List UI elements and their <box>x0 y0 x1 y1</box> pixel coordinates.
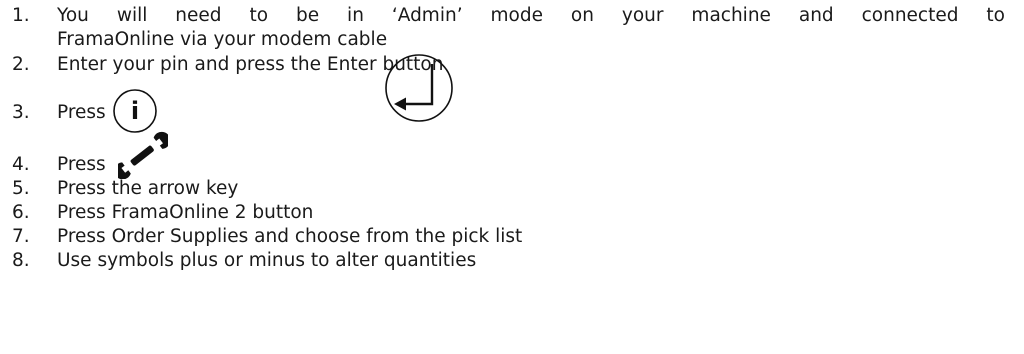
step-number: 4. <box>12 154 30 175</box>
list-item: 1. You will need to be in ‘Admin’ mode o… <box>0 4 1024 54</box>
step-number: 5. <box>12 178 30 199</box>
step-text: Press Order Supplies and choose from the… <box>57 226 523 247</box>
step-number: 3. <box>12 102 30 123</box>
step-text: Press FramaOnline 2 button <box>57 202 314 223</box>
step-text: Use symbols plus or minus to alter quant… <box>57 250 477 271</box>
enter-key-icon <box>385 54 453 122</box>
info-icon: i <box>113 89 157 133</box>
step-number: 2. <box>12 54 30 75</box>
wrench-icon <box>118 131 168 179</box>
step-number: 1. <box>12 5 30 26</box>
step-text: You will need to be in ‘Admin’ mode on y… <box>57 5 1005 26</box>
instruction-list: 1. You will need to be in ‘Admin’ mode o… <box>0 0 1024 354</box>
step-text: Press <box>57 154 106 175</box>
info-icon-glyph: i <box>131 97 139 125</box>
step-number: 7. <box>12 226 30 247</box>
step-text: Press <box>57 102 106 123</box>
step-text-continued: FramaOnline via your modem cable <box>57 29 388 50</box>
step-number: 8. <box>12 250 30 271</box>
step-text: Press the arrow key <box>57 178 239 199</box>
step-number: 6. <box>12 202 30 223</box>
